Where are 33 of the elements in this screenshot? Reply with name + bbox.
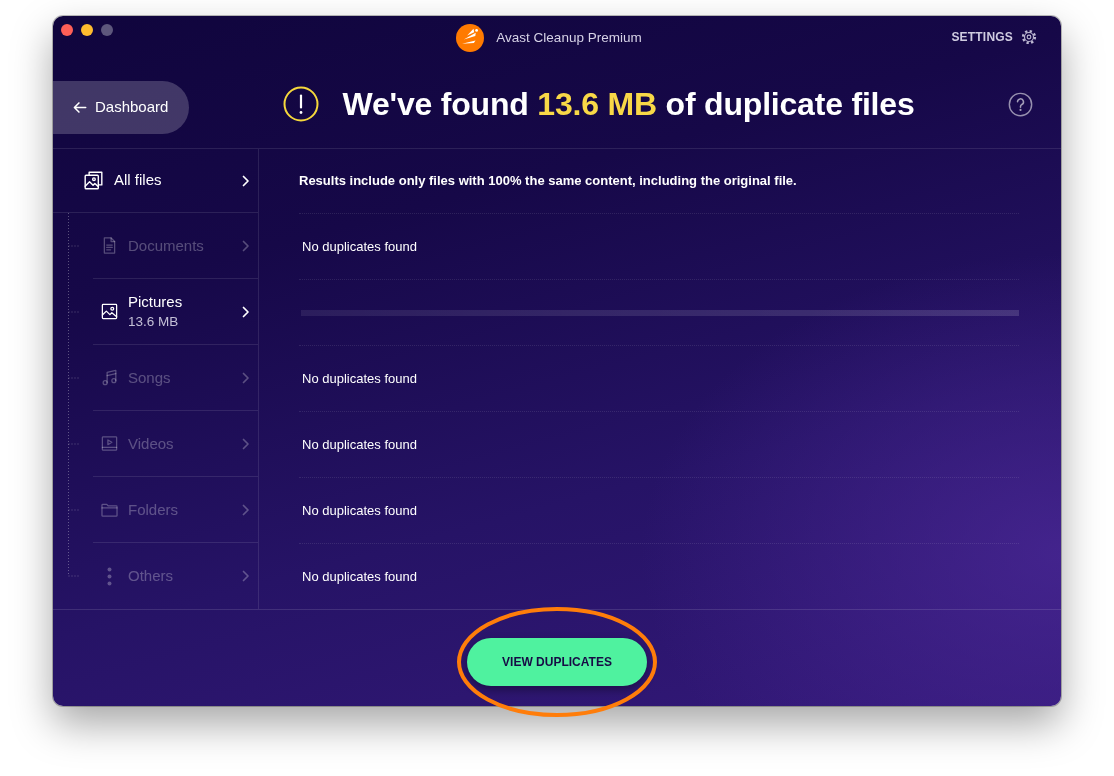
music-note-icon [100,368,119,387]
status-text: No duplicates found [302,501,417,520]
info-text: Results include only files with 100% the same content, including the original file. [299,172,797,191]
chevron-right-icon [242,371,250,384]
chevron-right-icon [242,305,250,318]
view-duplicates-button[interactable]: VIEW DUPLICATES [467,637,647,686]
status-text: No duplicates found [302,567,417,586]
more-dots-icon [107,566,112,586]
size-text: 13.6 MB [128,314,180,330]
images-icon [83,170,104,191]
sidebar-item[interactable]: All files [53,149,258,213]
picture-icon [100,302,119,321]
help-icon[interactable] [1008,91,1033,117]
chevron-right-icon [242,437,250,450]
warning-icon [282,86,319,122]
window-title: Avast Cleanup Premium [496,28,642,47]
status-text: No duplicates found [302,369,417,388]
sidebar-item[interactable]: Pictures 13.6 MB [93,279,258,345]
status-text: No duplicates found [302,237,417,256]
arrow-left-icon [73,100,87,114]
settings-icon [1021,29,1037,45]
status-text: No duplicates found [302,435,417,454]
chevron-right-icon [242,570,250,582]
settings-button[interactable]: SETTINGS [951,28,1037,46]
back-button[interactable]: Dashboard [53,80,189,134]
heading: We've found 13.6 MB of duplicate files [342,84,915,124]
video-icon [100,434,119,453]
chevron-right-icon [242,239,250,252]
chevron-right-icon [242,174,250,187]
minimize-button[interactable] [81,24,93,36]
close-button[interactable] [61,24,73,36]
chevron-right-icon [242,503,250,516]
logo-icon [456,24,485,52]
